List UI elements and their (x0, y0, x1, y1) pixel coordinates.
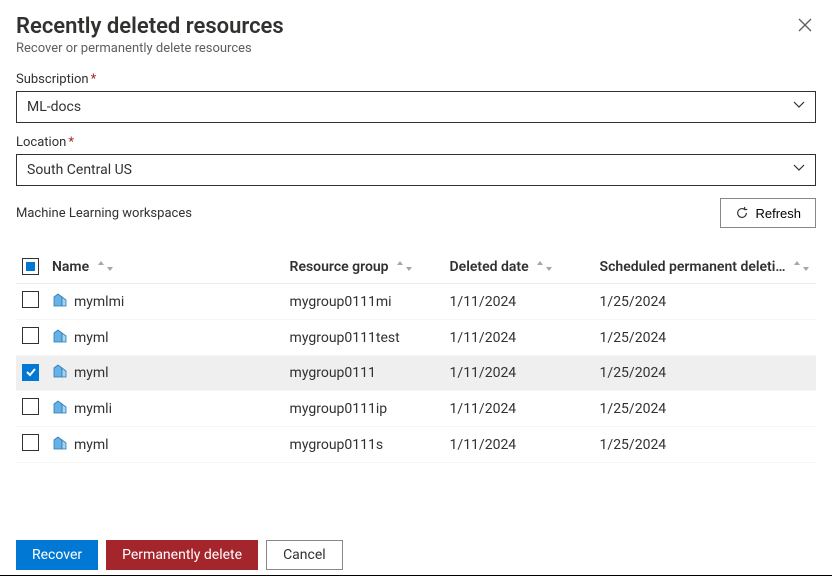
close-button[interactable] (794, 14, 816, 39)
column-header-deleted-date[interactable]: Deleted date (444, 250, 594, 284)
deleted-date-cell: 1/11/2024 (444, 427, 594, 463)
scheduled-delete-cell: 1/25/2024 (594, 356, 816, 391)
location-dropdown[interactable]: South Central US (16, 154, 816, 186)
workspace-name: mymlmi (74, 294, 124, 310)
resource-group-cell: mygroup0111 (284, 356, 444, 391)
section-title: Machine Learning workspaces (16, 206, 192, 221)
workspaces-table: Name Resource group Deleted date (16, 250, 816, 463)
select-all-checkbox[interactable] (22, 258, 39, 275)
workspace-icon (52, 363, 68, 383)
sort-icon (536, 261, 553, 271)
workspace-name: mymli (74, 401, 112, 417)
scheduled-delete-cell: 1/25/2024 (594, 427, 816, 463)
recover-button[interactable]: Recover (16, 540, 98, 570)
workspace-icon (52, 328, 68, 348)
workspace-name: myml (74, 437, 109, 453)
resource-group-cell: mygroup0111mi (284, 284, 444, 320)
scheduled-delete-cell: 1/25/2024 (594, 391, 816, 427)
refresh-button[interactable]: Refresh (720, 198, 816, 228)
page-subtitle: Recover or permanently delete resources (16, 41, 794, 56)
scheduled-delete-cell: 1/25/2024 (594, 284, 816, 320)
resource-group-cell: mygroup0111s (284, 427, 444, 463)
row-checkbox[interactable] (22, 398, 39, 415)
row-checkbox[interactable] (22, 327, 39, 344)
location-label: Location* (16, 135, 816, 150)
table-row[interactable]: myml mygroup0111s 1/11/2024 1/25/2024 (16, 427, 816, 463)
subscription-label: Subscription* (16, 72, 816, 87)
resource-group-cell: mygroup0111ip (284, 391, 444, 427)
column-header-resource-group[interactable]: Resource group (284, 250, 444, 284)
resource-group-cell: mygroup0111test (284, 320, 444, 356)
close-icon (798, 18, 812, 32)
table-row[interactable]: mymli mygroup0111ip 1/11/2024 1/25/2024 (16, 391, 816, 427)
sort-icon (396, 261, 413, 271)
row-checkbox[interactable] (22, 434, 39, 451)
page-title: Recently deleted resources (16, 14, 794, 39)
workspace-icon (52, 399, 68, 419)
deleted-date-cell: 1/11/2024 (444, 356, 594, 391)
table-row[interactable]: myml mygroup0111 1/11/2024 1/25/2024 (16, 356, 816, 391)
subscription-value: ML-docs (27, 99, 81, 115)
table-row[interactable]: mymlmi mygroup0111mi 1/11/2024 1/25/2024 (16, 284, 816, 320)
table-row[interactable]: myml mygroup0111test 1/11/2024 1/25/2024 (16, 320, 816, 356)
workspace-icon (52, 435, 68, 455)
permanently-delete-button[interactable]: Permanently delete (106, 540, 258, 570)
column-header-name[interactable]: Name (46, 250, 284, 284)
workspace-name: myml (74, 330, 109, 346)
location-value: South Central US (27, 162, 132, 178)
deleted-date-cell: 1/11/2024 (444, 320, 594, 356)
chevron-down-icon (793, 162, 805, 178)
cancel-button[interactable]: Cancel (266, 540, 343, 570)
sort-icon (793, 261, 810, 271)
column-header-scheduled-deletion[interactable]: Scheduled permanent deleti… (594, 250, 816, 284)
row-checkbox[interactable] (22, 291, 39, 308)
row-checkbox[interactable] (22, 364, 39, 381)
subscription-dropdown[interactable]: ML-docs (16, 91, 816, 123)
refresh-icon (735, 206, 749, 220)
sort-icon (97, 261, 114, 271)
chevron-down-icon (793, 99, 805, 115)
workspace-icon (52, 292, 68, 312)
workspace-name: myml (74, 365, 109, 381)
deleted-date-cell: 1/11/2024 (444, 284, 594, 320)
deleted-date-cell: 1/11/2024 (444, 391, 594, 427)
scheduled-delete-cell: 1/25/2024 (594, 320, 816, 356)
